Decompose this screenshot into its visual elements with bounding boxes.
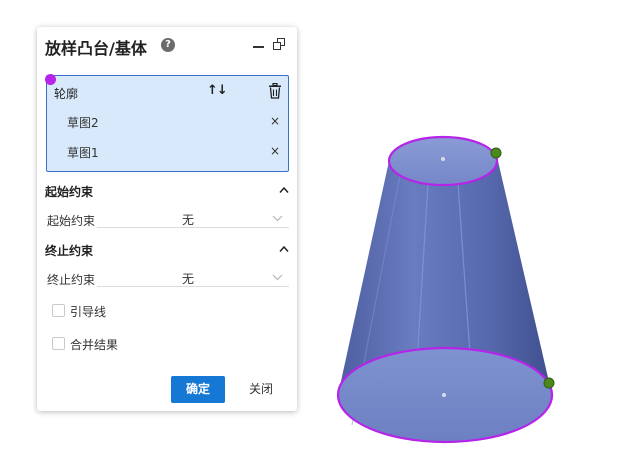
end-constraint-select[interactable]: 无: [97, 270, 289, 287]
profile-label: 轮廓: [54, 87, 79, 101]
sketch-item-1[interactable]: 草图1: [67, 144, 99, 161]
help-icon[interactable]: ?: [161, 38, 175, 52]
merge-result-label: 合并结果: [70, 338, 119, 352]
restore-icon[interactable]: [273, 38, 285, 50]
guide-curve-label: 引导线: [70, 305, 107, 319]
panel-title: 放样凸台/基体: [45, 39, 147, 58]
end-constraint-value: 无: [182, 272, 195, 286]
profile-list[interactable]: 轮廓 ↑↓ 草图2 × 草图1 ×: [45, 74, 289, 172]
sort-order-icon[interactable]: ↑↓: [207, 83, 228, 98]
selection-indicator: [45, 74, 56, 85]
top-profile-point[interactable]: [490, 147, 502, 159]
bottom-profile-point[interactable]: [543, 377, 555, 389]
merge-result-checkbox[interactable]: [52, 337, 65, 350]
trash-icon[interactable]: [268, 83, 282, 99]
remove-sketch-2-icon[interactable]: ×: [270, 114, 280, 128]
chevron-up-icon[interactable]: [279, 186, 289, 194]
guide-curve-checkbox[interactable]: [52, 304, 65, 317]
close-button[interactable]: 关闭: [241, 376, 281, 403]
chevron-down-icon: [272, 215, 283, 222]
start-constraint-value: 无: [182, 213, 195, 227]
chevron-up-icon[interactable]: [279, 245, 289, 253]
loft-boss-panel: 放样凸台/基体 ? 轮廓 ↑↓ 草图2 × 草图1 × 起始约束 起始约束 无 …: [37, 27, 297, 411]
chevron-down-icon: [272, 274, 283, 281]
end-constraint-label: 终止约束: [47, 273, 96, 287]
ok-button[interactable]: 确定: [171, 376, 225, 403]
start-constraint-select[interactable]: 无: [97, 211, 289, 228]
start-constraint-section-title: 起始约束: [45, 185, 94, 199]
bottom-center-point: [442, 393, 446, 397]
start-constraint-label: 起始约束: [47, 214, 96, 228]
sketch-item-2[interactable]: 草图2: [67, 114, 99, 131]
minimize-icon[interactable]: [253, 46, 264, 48]
top-center-point: [441, 157, 445, 161]
end-constraint-section-title: 终止约束: [45, 244, 94, 258]
remove-sketch-1-icon[interactable]: ×: [270, 144, 280, 158]
